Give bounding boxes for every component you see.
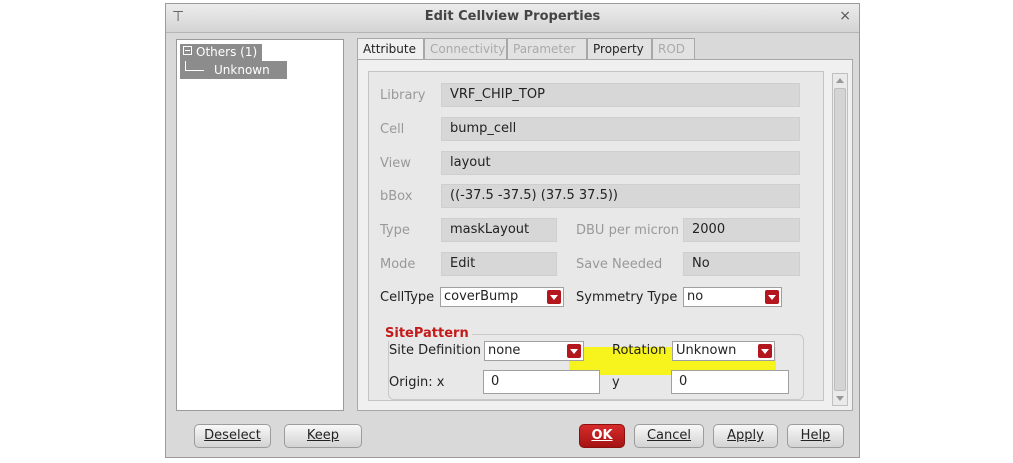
symmetry-type-value: no bbox=[687, 289, 704, 304]
title-bar: ⊤ Edit Cellview Properties × bbox=[166, 4, 859, 33]
help-button-label: Help bbox=[800, 428, 831, 443]
save-needed-field: No bbox=[683, 252, 800, 276]
help-button[interactable]: Help bbox=[787, 424, 844, 448]
dialog-title: Edit Cellview Properties bbox=[424, 9, 601, 24]
library-label: Library bbox=[380, 88, 426, 103]
deselect-button[interactable]: Deselect bbox=[194, 424, 271, 448]
library-field: VRF_CHIP_TOP bbox=[441, 83, 800, 107]
site-definition-value: none bbox=[488, 343, 521, 358]
symmetry-type-select[interactable]: no bbox=[683, 287, 782, 307]
bbox-label: bBox bbox=[380, 189, 413, 204]
close-icon[interactable]: × bbox=[839, 8, 851, 24]
celltype-value: coverBump bbox=[444, 289, 519, 304]
mode-field: Edit bbox=[441, 252, 557, 276]
rotation-value: Unknown bbox=[676, 343, 737, 358]
tree-connector bbox=[185, 61, 204, 71]
chevron-down-icon[interactable] bbox=[547, 290, 561, 304]
site-definition-label: Site Definition bbox=[389, 343, 482, 358]
type-label: Type bbox=[380, 223, 410, 238]
chevron-down-icon[interactable] bbox=[758, 344, 772, 358]
bbox-field: ((-37.5 -37.5) (37.5 37.5)) bbox=[441, 184, 800, 208]
object-tree[interactable]: Others (1) Unknown bbox=[176, 39, 344, 411]
tree-item-others[interactable]: Others (1) bbox=[180, 44, 263, 61]
edit-cellview-properties-dialog: ⊤ Edit Cellview Properties × Others (1) … bbox=[165, 3, 860, 458]
site-definition-select[interactable]: none bbox=[484, 341, 584, 361]
origin-x-input[interactable]: 0 bbox=[483, 370, 600, 394]
origin-y-input[interactable]: 0 bbox=[671, 370, 789, 394]
vertical-scrollbar[interactable] bbox=[832, 73, 848, 406]
tree-child-label: Unknown bbox=[214, 63, 270, 77]
tab-property[interactable]: Property bbox=[587, 38, 652, 59]
tab-attribute[interactable]: Attribute bbox=[357, 38, 424, 60]
tab-parameter: Parameter bbox=[507, 38, 587, 59]
cell-label: Cell bbox=[380, 122, 405, 137]
rotation-select[interactable]: Unknown bbox=[672, 341, 775, 361]
type-field: maskLayout bbox=[441, 218, 557, 242]
dbu-label: DBU per micron bbox=[576, 223, 679, 238]
origin-y-label: y bbox=[612, 375, 620, 390]
symmetry-type-label: Symmetry Type bbox=[576, 290, 678, 305]
tree-root-label: Others (1) bbox=[196, 45, 258, 59]
keep-button[interactable]: Keep bbox=[284, 424, 362, 448]
cancel-button[interactable]: Cancel bbox=[634, 424, 704, 448]
scrollbar-thumb[interactable] bbox=[834, 88, 846, 391]
rotation-label: Rotation bbox=[612, 343, 667, 358]
save-needed-label: Save Needed bbox=[576, 257, 663, 272]
tab-connectivity: Connectivity bbox=[424, 38, 507, 59]
collapse-icon[interactable] bbox=[183, 46, 192, 55]
view-field: layout bbox=[441, 151, 800, 175]
cancel-button-label: Cancel bbox=[646, 428, 692, 443]
scroll-up-icon[interactable] bbox=[834, 75, 846, 87]
scroll-down-icon[interactable] bbox=[834, 392, 846, 404]
origin-x-label: Origin: x bbox=[389, 375, 445, 390]
deselect-button-label: Deselect bbox=[204, 428, 261, 443]
celltype-label: CellType bbox=[380, 290, 435, 305]
dbu-field: 2000 bbox=[683, 218, 800, 242]
view-label: View bbox=[380, 156, 411, 171]
sitepattern-title: SitePattern bbox=[382, 326, 472, 341]
ok-button-label: OK bbox=[591, 428, 613, 443]
celltype-select[interactable]: coverBump bbox=[440, 287, 564, 307]
apply-button-label: Apply bbox=[727, 428, 764, 443]
cell-field: bump_cell bbox=[441, 117, 800, 141]
keep-button-label: Keep bbox=[306, 428, 340, 443]
tab-rod: ROD bbox=[652, 38, 695, 59]
chevron-down-icon[interactable] bbox=[765, 290, 779, 304]
chevron-down-icon[interactable] bbox=[567, 344, 581, 358]
mode-label: Mode bbox=[380, 257, 416, 272]
apply-button[interactable]: Apply bbox=[713, 424, 778, 448]
ok-button[interactable]: OK bbox=[579, 424, 625, 448]
attribute-panel: Library VRF_CHIP_TOP Cell bump_cell View… bbox=[357, 59, 853, 411]
attribute-form: Library VRF_CHIP_TOP Cell bump_cell View… bbox=[368, 71, 824, 401]
